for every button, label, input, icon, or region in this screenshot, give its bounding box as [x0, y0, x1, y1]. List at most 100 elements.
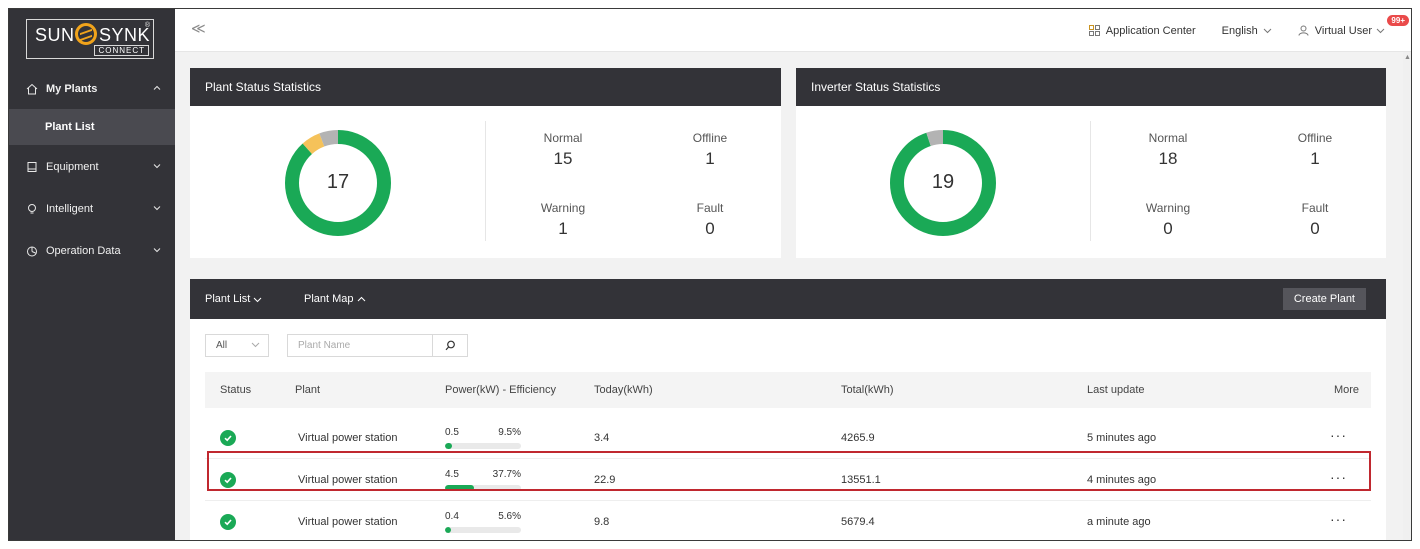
stat-label: Offline — [1297, 131, 1333, 145]
chevron-down-icon — [153, 245, 161, 257]
plant-name[interactable]: Virtual power station — [298, 474, 397, 486]
stat-value: 1 — [1310, 149, 1320, 168]
table-row[interactable]: Virtual power station 0.5 9.5% 3.4 4265.… — [205, 417, 1371, 459]
sidebar-item-label: Operation Data — [46, 245, 121, 257]
inverter-status-title: Inverter Status Statistics — [796, 68, 1386, 106]
sidebar-item-label: My Plants — [46, 83, 98, 95]
inverter-total-count: 19 — [931, 171, 955, 193]
chevron-down-icon — [153, 203, 161, 215]
table-header: Status Plant Power(kW) - Efficiency Toda… — [205, 372, 1371, 408]
today-energy: 22.9 — [594, 474, 616, 486]
plant-list-header: Plant List Plant Map Create Plant — [190, 279, 1386, 319]
top-header: ≪ Application Center English Virtual Use… — [175, 9, 1411, 52]
plant-name-search-input[interactable] — [287, 334, 432, 357]
brand-trademark: ® — [144, 22, 150, 29]
status-ok-icon — [220, 514, 236, 530]
user-icon — [1298, 25, 1309, 36]
inverter-offline-stat: Offline 1 — [1255, 131, 1375, 169]
stat-label: Fault — [1301, 201, 1329, 215]
efficiency-bar — [445, 527, 521, 533]
column-header: Plant — [295, 384, 321, 396]
column-header: More — [1333, 384, 1359, 396]
search-button[interactable] — [432, 334, 468, 357]
brand-word-right: SYNK — [99, 25, 151, 45]
sidebar-item-plant-list[interactable]: Plant List — [9, 109, 175, 145]
sidebar-item-label: Equipment — [46, 161, 99, 173]
plant-name[interactable]: Virtual power station — [298, 432, 397, 444]
tab-plant-list[interactable]: Plant List — [205, 293, 262, 305]
inverter-warning-stat: Warning 0 — [1108, 201, 1228, 239]
status-ok-icon — [220, 472, 236, 488]
application-center-link[interactable]: Application Center — [1088, 25, 1196, 37]
efficiency-bar — [445, 485, 521, 491]
user-name: Virtual User — [1314, 24, 1372, 37]
plant-total-count: 17 — [326, 171, 350, 193]
table-row[interactable]: Virtual power station 0.4 5.6% 9.8 5679.… — [205, 501, 1371, 540]
stat-label: Warning — [540, 201, 586, 215]
page-scrollbar[interactable]: ▲ — [1403, 52, 1411, 540]
chevron-up-icon — [153, 83, 161, 95]
sidebar-item-intelligent[interactable]: Intelligent — [9, 189, 175, 229]
plant-normal-stat: Normal 15 — [503, 131, 623, 169]
apps-icon — [1088, 25, 1100, 36]
more-actions-icon[interactable]: ··· — [1330, 427, 1347, 443]
status-filter-select[interactable]: All — [205, 334, 269, 357]
table-row[interactable]: Virtual power station 4.5 37.7% 22.9 135… — [205, 459, 1371, 501]
sidebar: SUN SYNK ® CONNECT My Plants Plant List — [9, 9, 175, 540]
sidebar-item-label: Intelligent — [46, 203, 94, 215]
inverter-status-card: Inverter Status Statistics 19 Normal 18 … — [796, 68, 1386, 258]
plant-status-card: Plant Status Statistics 17 Normal 15 Off… — [190, 68, 781, 258]
today-energy: 9.8 — [594, 516, 610, 528]
efficiency-value: 5.6% — [498, 511, 521, 522]
inverter-fault-stat: Fault 0 — [1255, 201, 1375, 239]
efficiency-value: 37.7% — [492, 469, 521, 480]
plant-name[interactable]: Virtual power station — [298, 516, 397, 528]
status-ok-icon — [220, 430, 236, 446]
stat-label: Normal — [1148, 131, 1188, 145]
efficiency-bar — [445, 443, 521, 449]
tab-label: Plant List — [205, 293, 251, 305]
chevron-down-icon — [1376, 28, 1385, 34]
brand-word-left: SUN — [35, 25, 75, 45]
chevron-down-icon — [253, 297, 262, 302]
notification-badge[interactable]: 99+ — [1387, 15, 1409, 26]
total-energy: 4265.9 — [841, 432, 875, 444]
more-actions-icon[interactable]: ··· — [1330, 511, 1347, 527]
inverter-normal-stat: Normal 18 — [1108, 131, 1228, 169]
tab-label: Plant Map — [304, 293, 354, 305]
tab-plant-map[interactable]: Plant Map — [304, 293, 366, 305]
column-header: Total(kWh) — [841, 384, 894, 396]
device-icon — [25, 160, 39, 174]
chart-icon — [25, 244, 39, 258]
user-menu[interactable]: Virtual User — [1298, 25, 1397, 37]
sun-logo-icon — [75, 23, 97, 45]
column-header: Power(kW) - Efficiency — [445, 384, 557, 396]
power-value: 0.4 — [445, 511, 459, 522]
brand-logo[interactable]: SUN SYNK ® CONNECT — [26, 19, 154, 59]
scroll-up-icon[interactable]: ▲ — [1404, 54, 1411, 61]
stat-value: 15 — [553, 149, 573, 168]
language-label: English — [1221, 24, 1258, 37]
more-actions-icon[interactable]: ··· — [1330, 469, 1347, 485]
sidebar-item-my-plants[interactable]: My Plants — [9, 69, 175, 109]
efficiency-value: 9.5% — [498, 427, 521, 438]
filter-value: All — [216, 340, 228, 351]
sidebar-menu: My Plants Plant List Equipment Intellige… — [9, 69, 175, 271]
language-select[interactable]: English — [1222, 25, 1272, 37]
collapse-sidebar-icon[interactable]: ≪ — [191, 20, 206, 37]
stat-value: 0 — [1310, 219, 1320, 238]
app-window: SUN SYNK ® CONNECT My Plants Plant List — [8, 8, 1412, 541]
sidebar-item-equipment[interactable]: Equipment — [9, 147, 175, 187]
sidebar-item-operation-data[interactable]: Operation Data — [9, 231, 175, 271]
stat-value: 1 — [558, 219, 568, 238]
stat-value: 0 — [705, 219, 715, 238]
last-update: 5 minutes ago — [1087, 432, 1157, 444]
chevron-down-icon — [153, 161, 161, 173]
home-icon — [25, 82, 39, 96]
plant-status-title: Plant Status Statistics — [190, 68, 781, 106]
efficiency-bar-fill — [445, 443, 453, 449]
power-value: 4.5 — [445, 469, 459, 480]
stat-label: Fault — [696, 201, 724, 215]
column-header: Last update — [1087, 384, 1145, 396]
create-plant-button[interactable]: Create Plant — [1282, 288, 1366, 310]
